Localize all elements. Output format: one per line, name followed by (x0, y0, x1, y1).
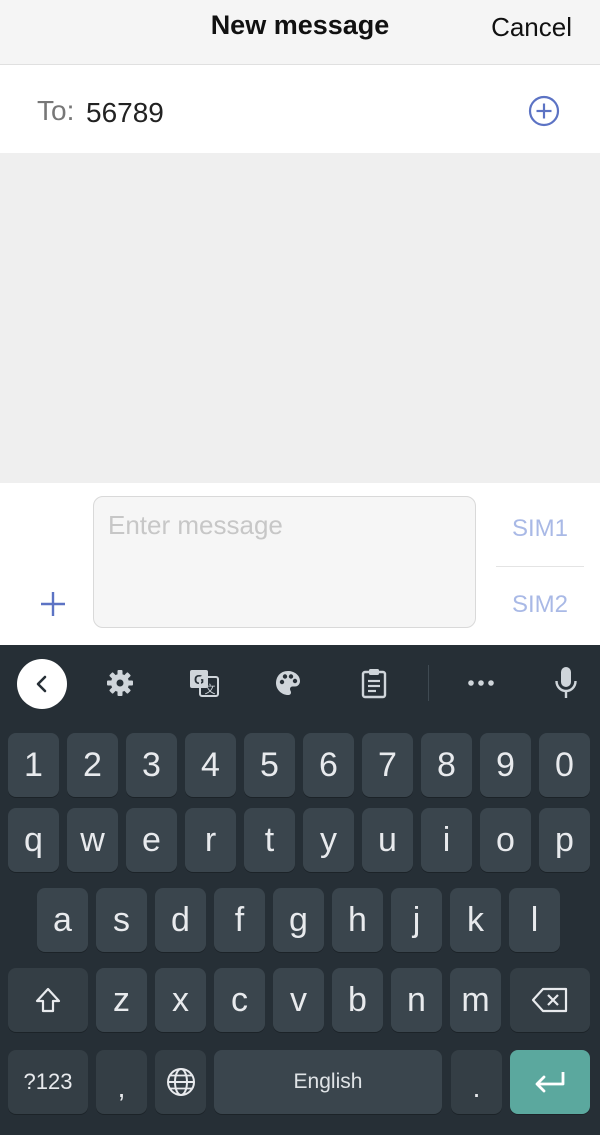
key-t[interactable]: t (244, 808, 295, 872)
key-0[interactable]: 0 (539, 733, 590, 797)
cancel-button[interactable]: Cancel (491, 12, 572, 43)
key-c[interactable]: c (214, 968, 265, 1032)
keyboard-back-button[interactable] (17, 659, 67, 709)
backspace-icon (531, 987, 568, 1013)
key-4[interactable]: 4 (185, 733, 236, 797)
back-chevron-icon (36, 675, 47, 693)
key-y[interactable]: y (303, 808, 354, 872)
translate-button[interactable]: G 文 (184, 659, 224, 707)
key-q[interactable]: q (8, 808, 59, 872)
message-box[interactable] (93, 496, 476, 628)
settings-button[interactable] (100, 659, 140, 707)
app-header: New message Cancel (0, 0, 600, 65)
key-e[interactable]: e (126, 808, 177, 872)
attach-plus-icon[interactable] (38, 589, 68, 619)
key-7[interactable]: 7 (362, 733, 413, 797)
key-h[interactable]: h (332, 888, 383, 952)
svg-text:文: 文 (205, 682, 216, 696)
theme-button[interactable] (268, 659, 308, 707)
key-w[interactable]: w (67, 808, 118, 872)
key-x[interactable]: x (155, 968, 206, 1032)
shift-icon (35, 987, 61, 1013)
to-label: To: (37, 95, 75, 126)
key-n[interactable]: n (391, 968, 442, 1032)
comma-key[interactable]: , (96, 1050, 147, 1114)
key-v[interactable]: v (273, 968, 324, 1032)
key-z[interactable]: z (96, 968, 147, 1032)
compose-bar: SIM1 SIM2 (0, 483, 600, 645)
more-options-button[interactable] (461, 659, 501, 707)
key-8[interactable]: 8 (421, 733, 472, 797)
conversation-area (0, 153, 600, 483)
key-r[interactable]: r (185, 808, 236, 872)
enter-key[interactable] (510, 1050, 590, 1114)
key-a[interactable]: a (37, 888, 88, 952)
recipient-value[interactable]: 56789 (86, 97, 164, 129)
key-f[interactable]: f (214, 888, 265, 952)
key-3[interactable]: 3 (126, 733, 177, 797)
clipboard-button[interactable] (354, 659, 394, 707)
toolbar-divider (428, 665, 429, 701)
period-key[interactable]: . (451, 1050, 502, 1114)
key-j[interactable]: j (391, 888, 442, 952)
space-key[interactable]: English (214, 1050, 442, 1114)
key-2[interactable]: 2 (67, 733, 118, 797)
backspace-key[interactable] (510, 968, 590, 1032)
symbols-key[interactable]: ?123 (8, 1050, 88, 1114)
settings-gear-icon (107, 670, 133, 696)
translate-icon: G 文 (190, 670, 219, 697)
palette-icon (276, 671, 300, 695)
key-s[interactable]: s (96, 888, 147, 952)
sim2-send-button[interactable]: SIM2 (496, 591, 584, 619)
key-o[interactable]: o (480, 808, 531, 872)
shift-key[interactable] (8, 968, 88, 1032)
key-u[interactable]: u (362, 808, 413, 872)
clipboard-icon (361, 669, 387, 699)
key-b[interactable]: b (332, 968, 383, 1032)
key-m[interactable]: m (450, 968, 501, 1032)
recipient-row[interactable]: To: 56789 (0, 65, 600, 153)
sim1-send-button[interactable]: SIM1 (496, 515, 584, 543)
add-contact-icon[interactable] (528, 95, 560, 127)
key-5[interactable]: 5 (244, 733, 295, 797)
language-key[interactable] (155, 1050, 206, 1114)
key-1[interactable]: 1 (8, 733, 59, 797)
enter-icon (535, 1072, 565, 1093)
key-6[interactable]: 6 (303, 733, 354, 797)
key-d[interactable]: d (155, 888, 206, 952)
key-9[interactable]: 9 (480, 733, 531, 797)
microphone-icon (555, 667, 577, 698)
more-dots-icon (468, 680, 494, 686)
key-k[interactable]: k (450, 888, 501, 952)
key-p[interactable]: p (539, 808, 590, 872)
key-g[interactable]: g (273, 888, 324, 952)
message-input[interactable] (106, 509, 470, 542)
keyboard: G 文 1 2 3 4 5 6 7 8 9 0 q w e r t y u i … (0, 645, 600, 1135)
sim-divider (496, 566, 584, 567)
voice-input-button[interactable] (546, 659, 586, 707)
key-i[interactable]: i (421, 808, 472, 872)
key-l[interactable]: l (509, 888, 560, 952)
globe-icon (166, 1068, 195, 1096)
